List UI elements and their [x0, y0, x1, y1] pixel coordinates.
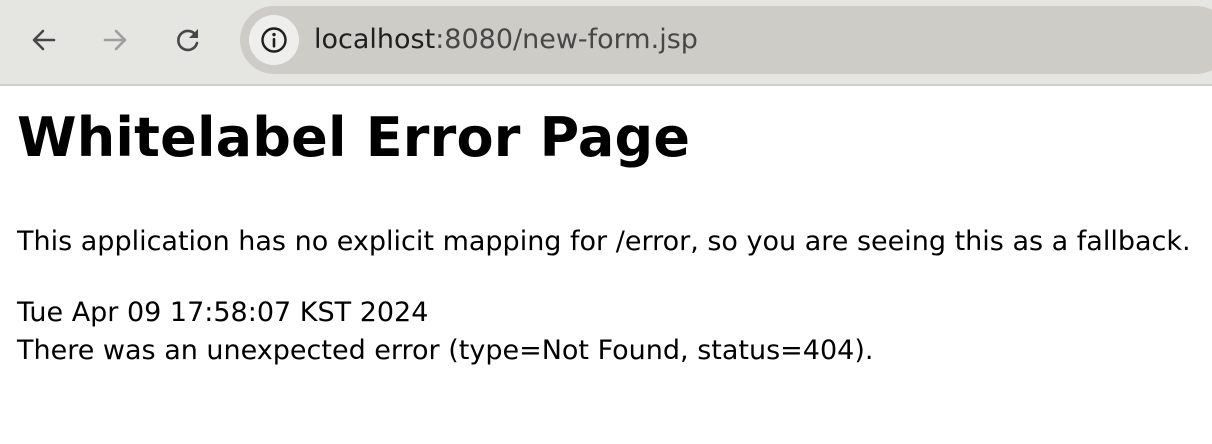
- arrow-right-icon: [103, 29, 127, 51]
- url-text[interactable]: localhost:8080/new-form.jsp: [314, 23, 698, 57]
- url-host: localhost: [314, 24, 436, 55]
- reload-icon: [177, 29, 199, 52]
- arrow-left-icon: [32, 29, 56, 51]
- back-button[interactable]: [25, 21, 63, 59]
- page-content: Whitelabel Error Page This application h…: [17, 96, 1212, 366]
- error-details: Tue Apr 09 17:58:07 KST 2024 There was a…: [17, 294, 873, 370]
- forward-button[interactable]: [96, 21, 134, 59]
- error-description: There was an unexpected error (type=Not …: [17, 335, 874, 366]
- browser-toolbar: localhost:8080/new-form.jsp: [0, 0, 1212, 86]
- url-path: :8080/new-form.jsp: [435, 24, 698, 55]
- error-timestamp: Tue Apr 09 17:58:07 KST 2024: [17, 297, 429, 328]
- reload-button[interactable]: [169, 21, 207, 59]
- site-info-button[interactable]: [249, 15, 299, 65]
- info-icon: [261, 27, 287, 53]
- address-bar[interactable]: localhost:8080/new-form.jsp: [240, 6, 1212, 74]
- fallback-message: This application has no explicit mapping…: [17, 226, 1191, 257]
- page-title: Whitelabel Error Page: [17, 106, 691, 169]
